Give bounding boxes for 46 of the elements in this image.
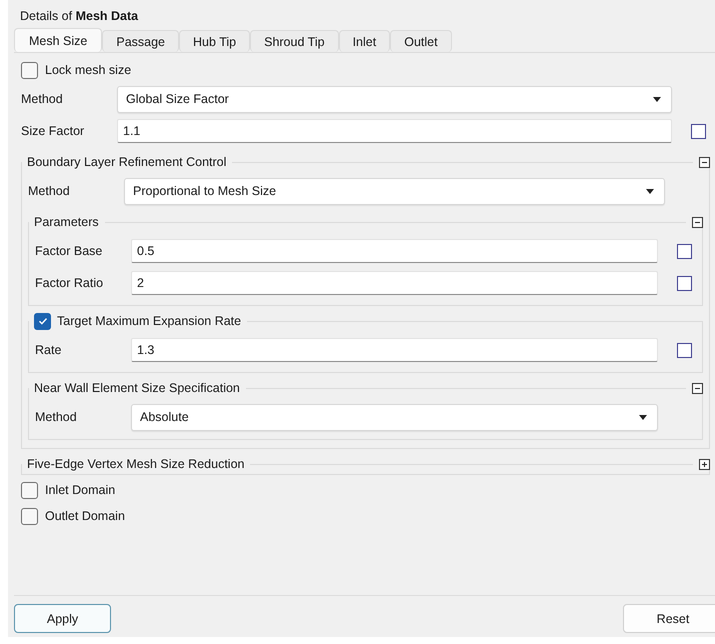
checkbox[interactable] <box>677 244 692 258</box>
panel-title: Details of Mesh Data <box>19 8 140 25</box>
tab[interactable]: Inlet <box>338 30 390 52</box>
caret-icon <box>639 414 647 420</box>
field-label: Method <box>21 92 64 106</box>
group-title: Five-Edge Vertex Mesh Size Reduction <box>27 457 244 471</box>
field-label: Rate <box>35 343 62 357</box>
tab[interactable]: Outlet <box>390 30 452 52</box>
checkbox[interactable] <box>691 124 706 138</box>
checkbox[interactable] <box>677 342 692 358</box>
tab[interactable]: Passage <box>102 30 180 52</box>
dropdown[interactable]: Proportional to Mesh Size <box>124 178 665 204</box>
collapse-icon[interactable] <box>699 156 710 168</box>
group-title: Boundary Layer Refinement Control <box>27 155 226 169</box>
checkbox-label: Inlet Domain <box>45 483 116 497</box>
group-title: Target Maximum Expansion Rate <box>57 314 242 328</box>
input-field[interactable]: 1.3 <box>131 338 658 362</box>
caret-icon <box>653 96 661 102</box>
checkbox[interactable] <box>21 508 38 524</box>
field-label: Method <box>28 184 71 198</box>
tab[interactable]: Shroud Tip <box>250 30 339 52</box>
checkbox[interactable] <box>677 276 692 290</box>
field-label: Factor Ratio <box>35 276 104 290</box>
group-title: Near Wall Element Size Specification <box>34 381 240 395</box>
field-label: Factor Base <box>35 244 104 258</box>
checkbox[interactable] <box>21 482 38 498</box>
checkbox-label: Lock mesh size <box>45 63 132 77</box>
input-field[interactable]: 2 <box>131 271 658 295</box>
collapse-icon[interactable] <box>692 216 703 228</box>
field-label: Size Factor <box>21 124 86 138</box>
expand-icon[interactable] <box>699 458 710 470</box>
tab[interactable]: Hub Tip <box>179 30 250 52</box>
caret-icon <box>646 188 654 194</box>
button[interactable]: Reset <box>623 604 715 633</box>
checkbox[interactable] <box>21 62 38 78</box>
field-label: Method <box>35 410 78 424</box>
input-field[interactable]: 0.5 <box>131 239 658 263</box>
checkbox[interactable] <box>34 312 51 330</box>
group-title: Parameters <box>34 215 99 229</box>
button[interactable]: Apply <box>14 604 111 633</box>
checkbox-label: Outlet Domain <box>45 509 125 523</box>
collapse-icon[interactable] <box>692 382 703 394</box>
dropdown[interactable]: Global Size Factor <box>117 86 672 112</box>
dropdown[interactable]: Absolute <box>131 404 658 430</box>
tab[interactable]: Mesh Size <box>14 28 102 52</box>
input-field[interactable]: 1.1 <box>117 119 672 143</box>
